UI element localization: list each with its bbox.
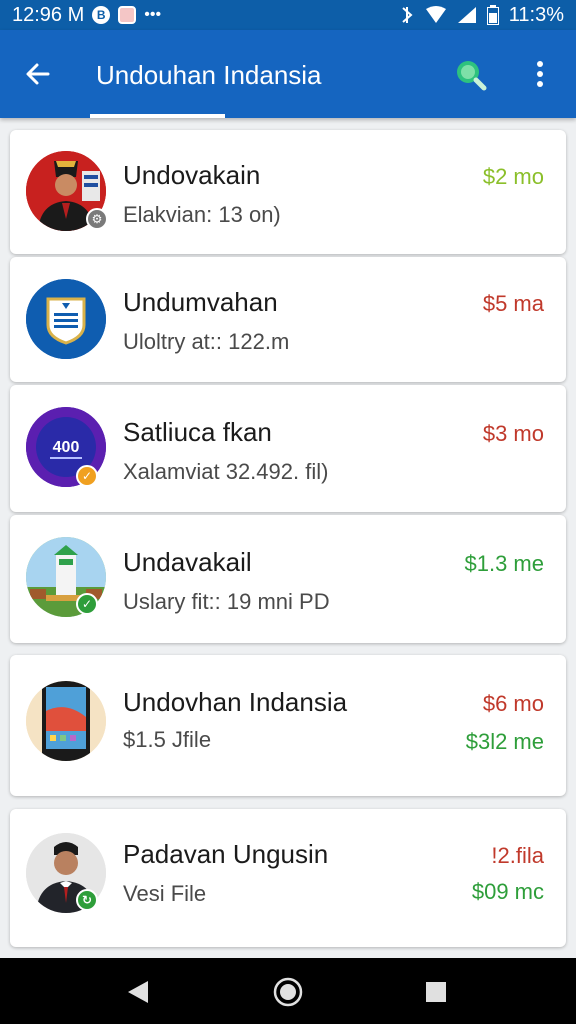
- refresh-badge-icon: ↻: [76, 889, 98, 911]
- list-item[interactable]: ↻ Padavan Ungusin Vesi File !2.fila $09 …: [10, 809, 566, 947]
- list-item[interactable]: ⚙ Undovakain Elakvian: 13 on) $2 mo: [10, 130, 566, 254]
- wifi-icon: [425, 6, 447, 24]
- status-badge-icon: ✓: [76, 465, 98, 487]
- item-title: Undovakain: [123, 160, 261, 190]
- item-title: Satliuca fkan: [123, 417, 272, 447]
- navigation-bar: [0, 958, 576, 1024]
- avatar: [26, 279, 106, 359]
- title-underline: [90, 114, 225, 118]
- smartphone-icon: [26, 681, 106, 761]
- item-title: Undavakail: [123, 547, 252, 577]
- notification-b-icon: B: [92, 6, 111, 24]
- app-bar: Undouhan Indansia: [0, 30, 576, 118]
- item-price: !2.fila: [491, 843, 544, 868]
- recents-square-icon: [426, 982, 446, 1002]
- list-item[interactable]: 400 ✓ Satliuca fkan Xalamviat 32.492. fi…: [10, 385, 566, 512]
- nav-back-button[interactable]: [118, 972, 158, 1012]
- item-price-secondary: $09 mc: [471, 879, 544, 904]
- item-price: $6 mo: [482, 691, 544, 716]
- search-button[interactable]: [450, 54, 490, 94]
- item-title: Undumvahan: [123, 287, 278, 317]
- search-icon: [457, 61, 487, 91]
- signal-icon: [457, 6, 477, 24]
- item-subtitle: $1.5 Jfile: [123, 727, 212, 752]
- shield-logo-icon: [26, 279, 106, 359]
- nav-recents-button[interactable]: [416, 972, 456, 1012]
- nav-home-button[interactable]: [268, 972, 308, 1012]
- home-circle-icon: [273, 977, 303, 1007]
- item-price: $1.3 me: [464, 551, 545, 576]
- verified-badge-icon: ✓: [76, 593, 98, 615]
- settings-badge-icon: ⚙: [86, 208, 108, 230]
- data-sync-icon: [399, 6, 415, 24]
- item-price: $3 mo: [482, 421, 544, 446]
- more-vert-icon: [537, 61, 543, 87]
- status-bar: 12:96 M B ••• 11:3%: [0, 0, 576, 30]
- back-triangle-icon: [128, 981, 148, 1003]
- item-subtitle: Xalamviat 32.492. fil): [123, 459, 329, 484]
- battery-percent: 11:3%: [508, 3, 564, 26]
- photo-notification-icon: [118, 6, 137, 24]
- overflow-menu-button[interactable]: [520, 54, 560, 94]
- list-item[interactable]: Undumvahan Uloltry at:: 122.m $5 ma: [10, 257, 566, 382]
- item-price: $2 mo: [482, 164, 544, 189]
- item-subtitle: Elakvian: 13 on): [123, 202, 281, 227]
- arrow-back-icon: [26, 63, 50, 85]
- item-subtitle: Uloltry at:: 122.m: [123, 329, 290, 354]
- item-price-secondary: $3l2 me: [465, 729, 544, 754]
- item-title: Padavan Ungusin: [123, 839, 329, 869]
- more-notifications-icon: •••: [144, 6, 162, 23]
- back-button[interactable]: [20, 56, 56, 92]
- avatar-logo-text: 400: [53, 439, 80, 456]
- battery-icon: [486, 5, 499, 25]
- list-item[interactable]: ✓ Undavakail Uslary fit:: 19 mni PD $1.3…: [10, 515, 566, 643]
- status-time: 12:96 M: [12, 3, 85, 26]
- avatar: [26, 681, 106, 761]
- item-title: Undovhan Indansia: [123, 687, 348, 717]
- page-title: Undouhan Indansia: [96, 60, 322, 90]
- item-price: $5 ma: [482, 291, 544, 316]
- item-subtitle: Vesi File: [123, 881, 207, 906]
- list-item[interactable]: Undovhan Indansia $1.5 Jfile $6 mo $3l2 …: [10, 655, 566, 796]
- item-subtitle: Uslary fit:: 19 mni PD: [123, 589, 330, 614]
